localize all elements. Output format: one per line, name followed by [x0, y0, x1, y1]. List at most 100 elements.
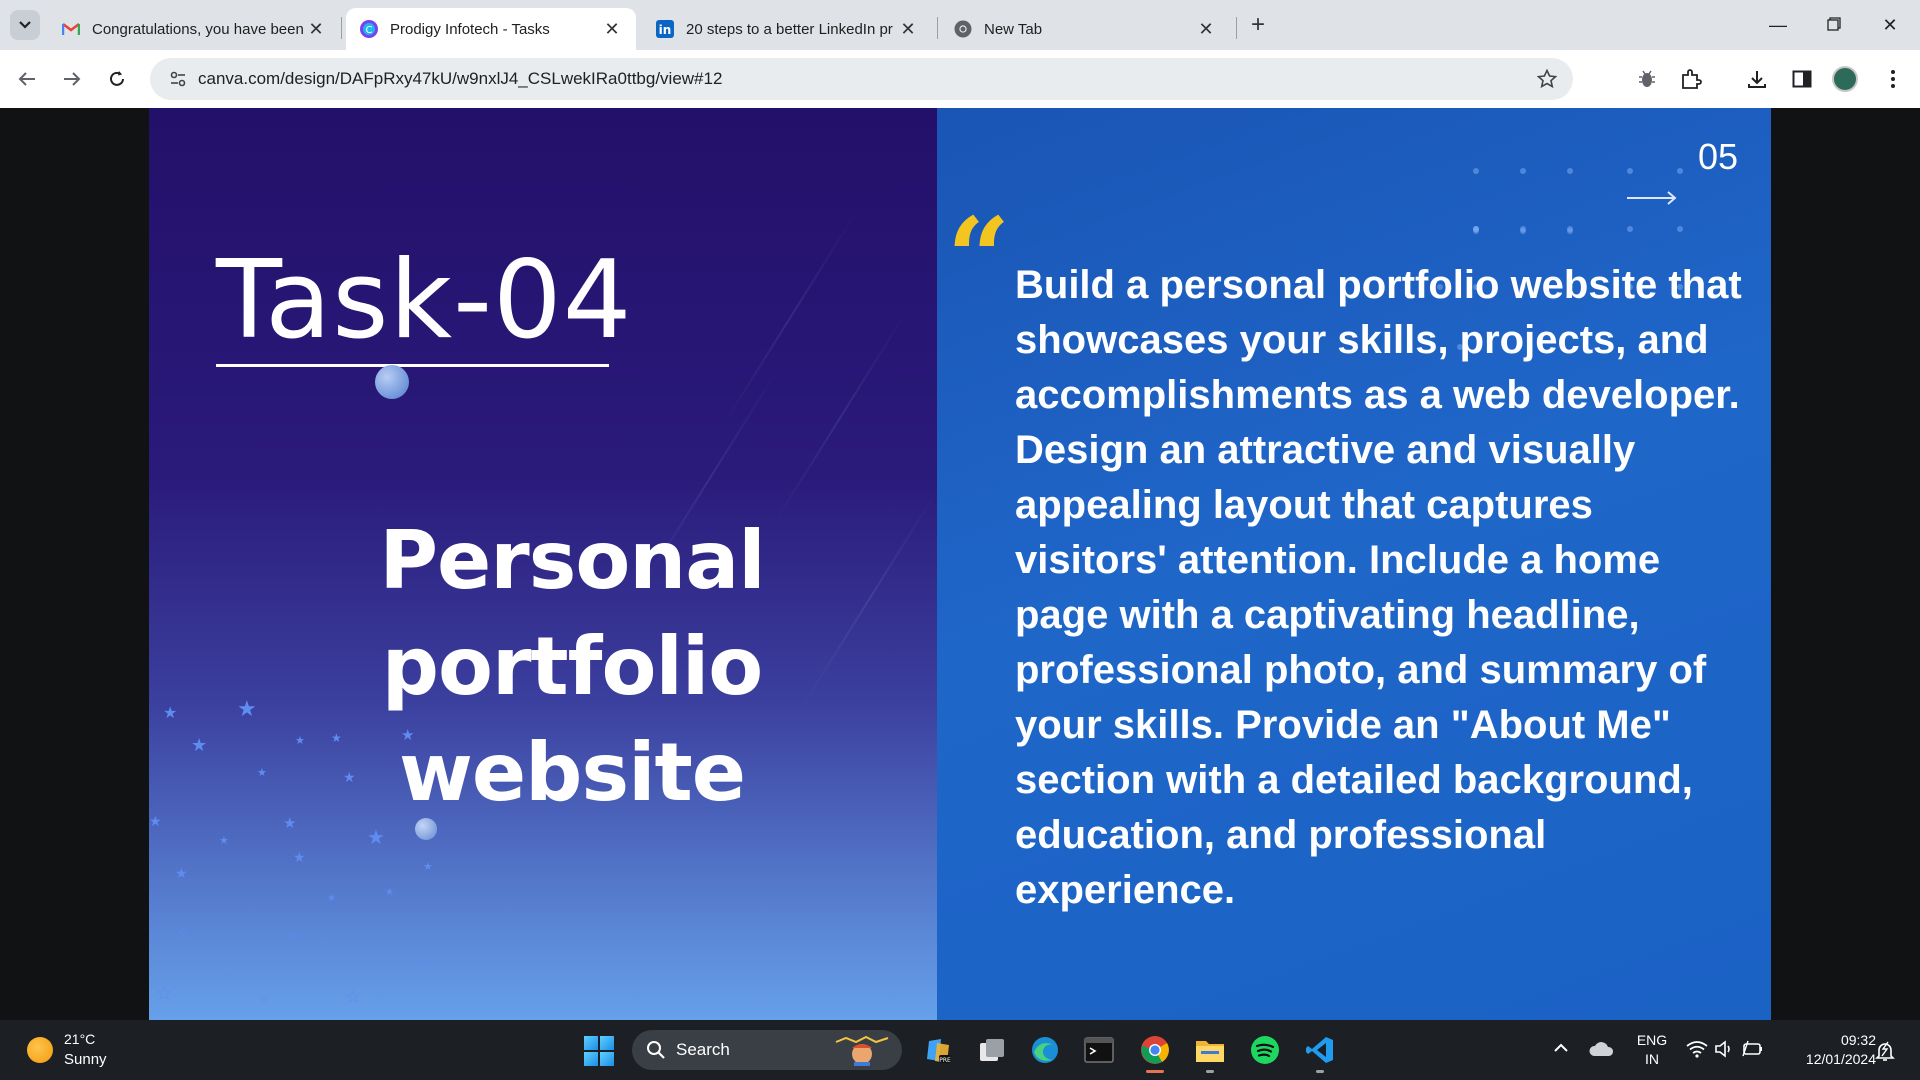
svg-text:PRE: PRE: [939, 1057, 951, 1064]
windows-logo-tile: [584, 1036, 598, 1050]
star-icon: ★: [163, 705, 178, 722]
onedrive-cloud-icon[interactable]: [1588, 1040, 1614, 1062]
canva-icon: C: [360, 20, 378, 38]
tab-title: 20 steps to a better LinkedIn pr: [686, 20, 893, 38]
decorative-dot: [1627, 226, 1633, 232]
file-explorer-icon[interactable]: [1193, 1033, 1227, 1073]
tab-search-button[interactable]: [10, 10, 40, 40]
profile-avatar[interactable]: [1832, 66, 1858, 92]
start-button[interactable]: [584, 1036, 614, 1066]
reload-icon: [110, 71, 124, 86]
language-indicator[interactable]: ENG IN: [1636, 1031, 1668, 1069]
slide-number: 05: [1697, 136, 1738, 177]
tab-new-tab[interactable]: New Tab ✕: [940, 8, 1230, 50]
bookmark-star-icon[interactable]: [1527, 69, 1567, 89]
project-title-line: Personal portfolio: [379, 514, 765, 713]
restore-button[interactable]: [1814, 10, 1854, 40]
chrome-icon: [954, 20, 972, 38]
quote-mark-icon: “: [947, 193, 1011, 322]
tab-title: New Tab: [984, 20, 1043, 38]
page-content: Task-04 Personal portfolio website ★ ★ ★…: [0, 108, 1920, 1020]
sun-icon[interactable]: [27, 1037, 53, 1063]
browser-menu-icon[interactable]: [1876, 62, 1910, 96]
new-tab-button[interactable]: +: [1245, 13, 1271, 39]
windows-logo-tile: [584, 1052, 598, 1066]
chrome-icon[interactable]: [1138, 1033, 1172, 1073]
wifi-icon[interactable]: [1686, 1040, 1708, 1062]
clock-date: 12/01/2024: [1805, 1051, 1876, 1067]
star-icon: ★: [293, 849, 306, 865]
decorative-dot: [1473, 226, 1479, 232]
decorative-dot: [1473, 168, 1479, 174]
site-info-icon[interactable]: [158, 71, 198, 87]
forward-button[interactable]: [55, 62, 89, 96]
star-icon: ★: [367, 827, 385, 849]
language-code: ENG: [1636, 1032, 1668, 1048]
weather-temperature[interactable]: 21°C: [64, 1031, 95, 1047]
star-icon: ☆: [345, 987, 362, 1007]
windows-logo-tile: [600, 1036, 614, 1050]
restore-icon: [1827, 17, 1841, 31]
star-icon: ☆: [155, 983, 173, 1005]
url-text[interactable]: canva.com/design/DAFpRxy47kU/w9nxlJ4_CSL…: [198, 69, 1527, 89]
tab-gmail[interactable]: Congratulations, you have been ✕: [48, 8, 340, 50]
weather-condition[interactable]: Sunny: [64, 1051, 107, 1068]
star-icon: ★: [423, 861, 433, 873]
task-view-icon[interactable]: [975, 1033, 1009, 1067]
back-button[interactable]: [10, 62, 44, 96]
arrow-right-icon: [1627, 191, 1677, 205]
star-icon: ☆: [177, 925, 190, 941]
tab-separator: [1236, 17, 1237, 39]
close-tab-icon[interactable]: ✕: [1196, 19, 1216, 40]
notification-bell-icon[interactable]: [1874, 1040, 1896, 1062]
store-icon[interactable]: PRE: [921, 1033, 955, 1067]
gmail-icon: [62, 20, 80, 38]
vscode-icon[interactable]: [1303, 1033, 1337, 1073]
slide-right-panel: 05 “ Build a personal portfolio website …: [937, 108, 1771, 1020]
system-clock[interactable]: 09:32 12/01/2024: [1780, 1031, 1876, 1069]
star-icon: ★: [149, 813, 162, 829]
spotify-icon[interactable]: [1248, 1033, 1282, 1067]
back-arrow-icon: [18, 72, 35, 86]
star-icon: ★: [283, 815, 297, 832]
close-tab-icon[interactable]: ✕: [306, 19, 326, 40]
search-highlight-illustration: [835, 1035, 889, 1066]
linkedin-icon: in: [656, 20, 674, 38]
decorative-dot: [1520, 226, 1526, 232]
chevron-down-icon: [19, 21, 31, 29]
volume-icon[interactable]: [1714, 1040, 1734, 1062]
tab-prodigy[interactable]: C Prodigy Infotech - Tasks ✕: [346, 8, 636, 50]
side-panel-icon[interactable]: [1785, 62, 1819, 96]
tab-title: Prodigy Infotech - Tasks: [390, 20, 550, 38]
extension-bug-icon[interactable]: [1630, 62, 1664, 96]
terminal-icon[interactable]: [1082, 1033, 1116, 1067]
extensions-puzzle-icon[interactable]: [1674, 62, 1708, 96]
chevron-up-icon[interactable]: [1553, 1040, 1569, 1057]
project-title: Personal portfolio website: [217, 508, 927, 826]
download-icon[interactable]: [1740, 62, 1774, 96]
edge-icon[interactable]: [1028, 1033, 1062, 1067]
star-icon: ★: [401, 727, 415, 744]
presentation-slide: Task-04 Personal portfolio website ★ ★ ★…: [149, 108, 1771, 1020]
close-window-button[interactable]: ✕: [1870, 10, 1910, 40]
battery-icon[interactable]: [1742, 1040, 1764, 1062]
star-icon: ★: [327, 893, 336, 904]
svg-text:C: C: [366, 25, 373, 36]
address-bar[interactable]: canva.com/design/DAFpRxy47kU/w9nxlJ4_CSL…: [150, 58, 1573, 100]
language-region: IN: [1645, 1051, 1659, 1067]
tab-linkedin[interactable]: in 20 steps to a better LinkedIn pr ✕: [642, 8, 932, 50]
decorative-streak: [770, 307, 910, 529]
minimize-button[interactable]: —: [1758, 10, 1798, 40]
star-icon: ★: [237, 696, 257, 721]
title-underline: [216, 364, 609, 367]
reload-button[interactable]: [100, 62, 134, 96]
decorative-dot: [1567, 168, 1573, 174]
taskbar-search[interactable]: Search: [632, 1030, 902, 1070]
decorative-sphere-small: [415, 818, 437, 840]
close-tab-icon[interactable]: ✕: [898, 19, 918, 40]
close-tab-icon[interactable]: ✕: [602, 19, 622, 40]
star-icon: ☆: [319, 937, 329, 949]
star-icon: ★: [343, 769, 356, 785]
search-label: Search: [676, 1040, 730, 1059]
star-icon: ☆: [221, 969, 231, 981]
